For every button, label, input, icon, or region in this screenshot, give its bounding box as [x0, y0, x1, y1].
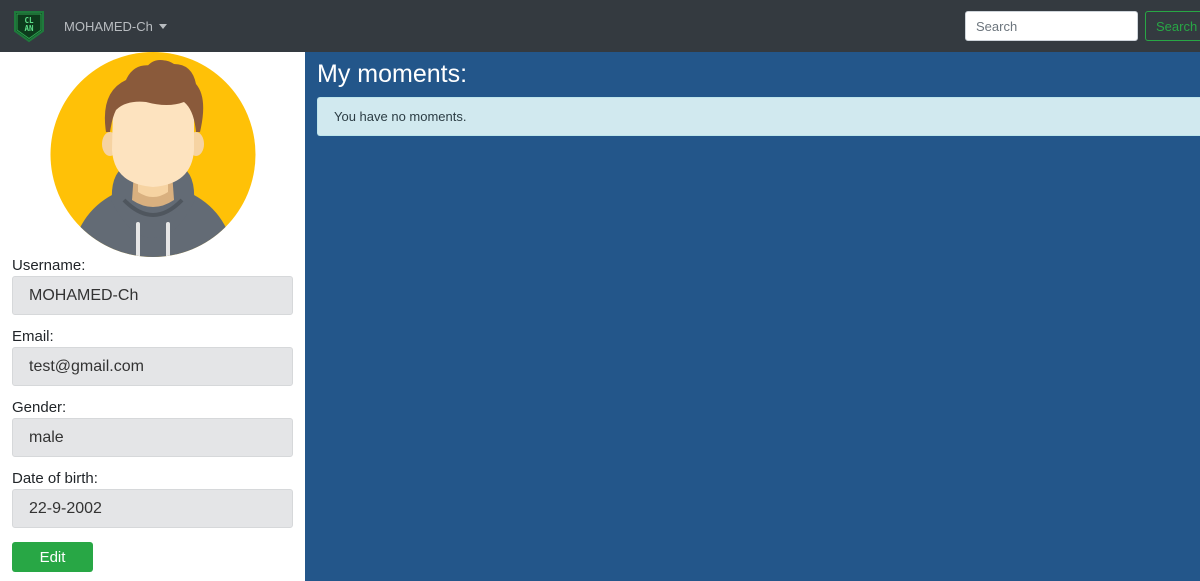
gender-label: Gender:	[12, 399, 67, 416]
profile-sidebar: Username: MOHAMED-Ch Email: test@gmail.c…	[0, 52, 305, 581]
username-label: Username:	[12, 257, 86, 274]
user-dropdown-toggle[interactable]: MOHAMED-Ch	[64, 17, 167, 35]
user-menu-label: MOHAMED-Ch	[64, 18, 153, 34]
date-of-birth-label: Date of birth:	[12, 470, 98, 487]
username-field: MOHAMED-Ch	[12, 276, 293, 315]
email-label: Email:	[12, 328, 54, 345]
email-field: test@gmail.com	[12, 347, 293, 386]
edit-profile-button[interactable]: Edit	[12, 542, 93, 572]
gender-field: male	[12, 418, 293, 457]
date-of-birth-field: 22-9-2002	[12, 489, 293, 528]
page-title: My moments:	[317, 60, 468, 88]
chevron-down-icon	[158, 23, 167, 29]
user-avatar-icon	[50, 52, 256, 257]
search-input[interactable]	[965, 11, 1138, 41]
svg-text:AN: AN	[24, 24, 34, 33]
top-navbar: CL AN MOHAMED-Ch Search	[0, 0, 1200, 52]
search-button[interactable]: Search	[1145, 11, 1200, 41]
clan-logo-icon[interactable]: CL AN	[12, 9, 46, 43]
no-moments-alert: You have no moments.	[317, 97, 1200, 136]
